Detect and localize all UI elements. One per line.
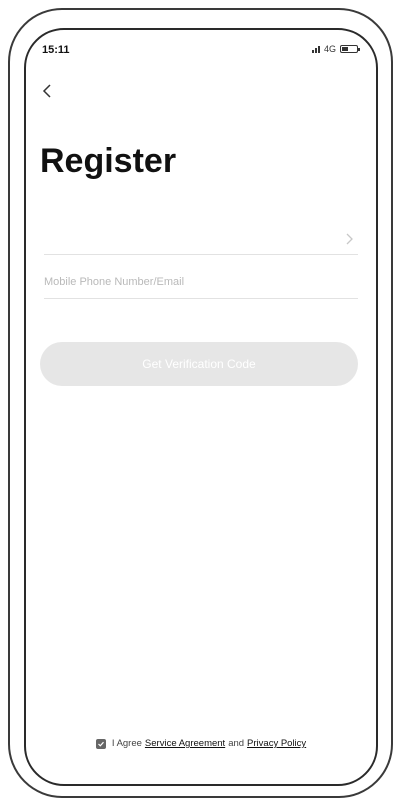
agree-checkbox[interactable] <box>95 738 106 749</box>
agreement-row: I Agree Service Agreement and Privacy Po… <box>26 738 376 749</box>
network-label: 4G <box>323 44 336 54</box>
battery-icon <box>340 45 360 53</box>
page-title: Register <box>40 142 177 180</box>
account-field-row <box>44 268 358 299</box>
service-agreement-link[interactable]: Service Agreement <box>145 738 225 749</box>
privacy-policy-link[interactable]: Privacy Policy <box>247 738 306 749</box>
agreement-prefix: I Agree <box>111 738 142 749</box>
region-selector[interactable] <box>44 226 358 255</box>
status-indicators: 4G <box>311 44 360 54</box>
get-verification-code-button[interactable]: Get Verification Code <box>40 342 358 386</box>
chevron-left-icon <box>42 84 51 98</box>
account-input[interactable] <box>44 268 358 296</box>
check-icon <box>97 741 104 747</box>
status-time: 15:11 <box>42 44 70 56</box>
phone-screen: 15:11 4G Register Get Verification Code <box>24 28 378 786</box>
status-bar: 15:11 4G <box>26 30 376 64</box>
signal-icon <box>311 45 320 53</box>
chevron-right-icon <box>346 233 353 245</box>
back-button[interactable] <box>36 80 58 102</box>
agreement-text: I Agree Service Agreement and Privacy Po… <box>112 738 306 749</box>
agreement-conjunction: and <box>228 738 245 749</box>
